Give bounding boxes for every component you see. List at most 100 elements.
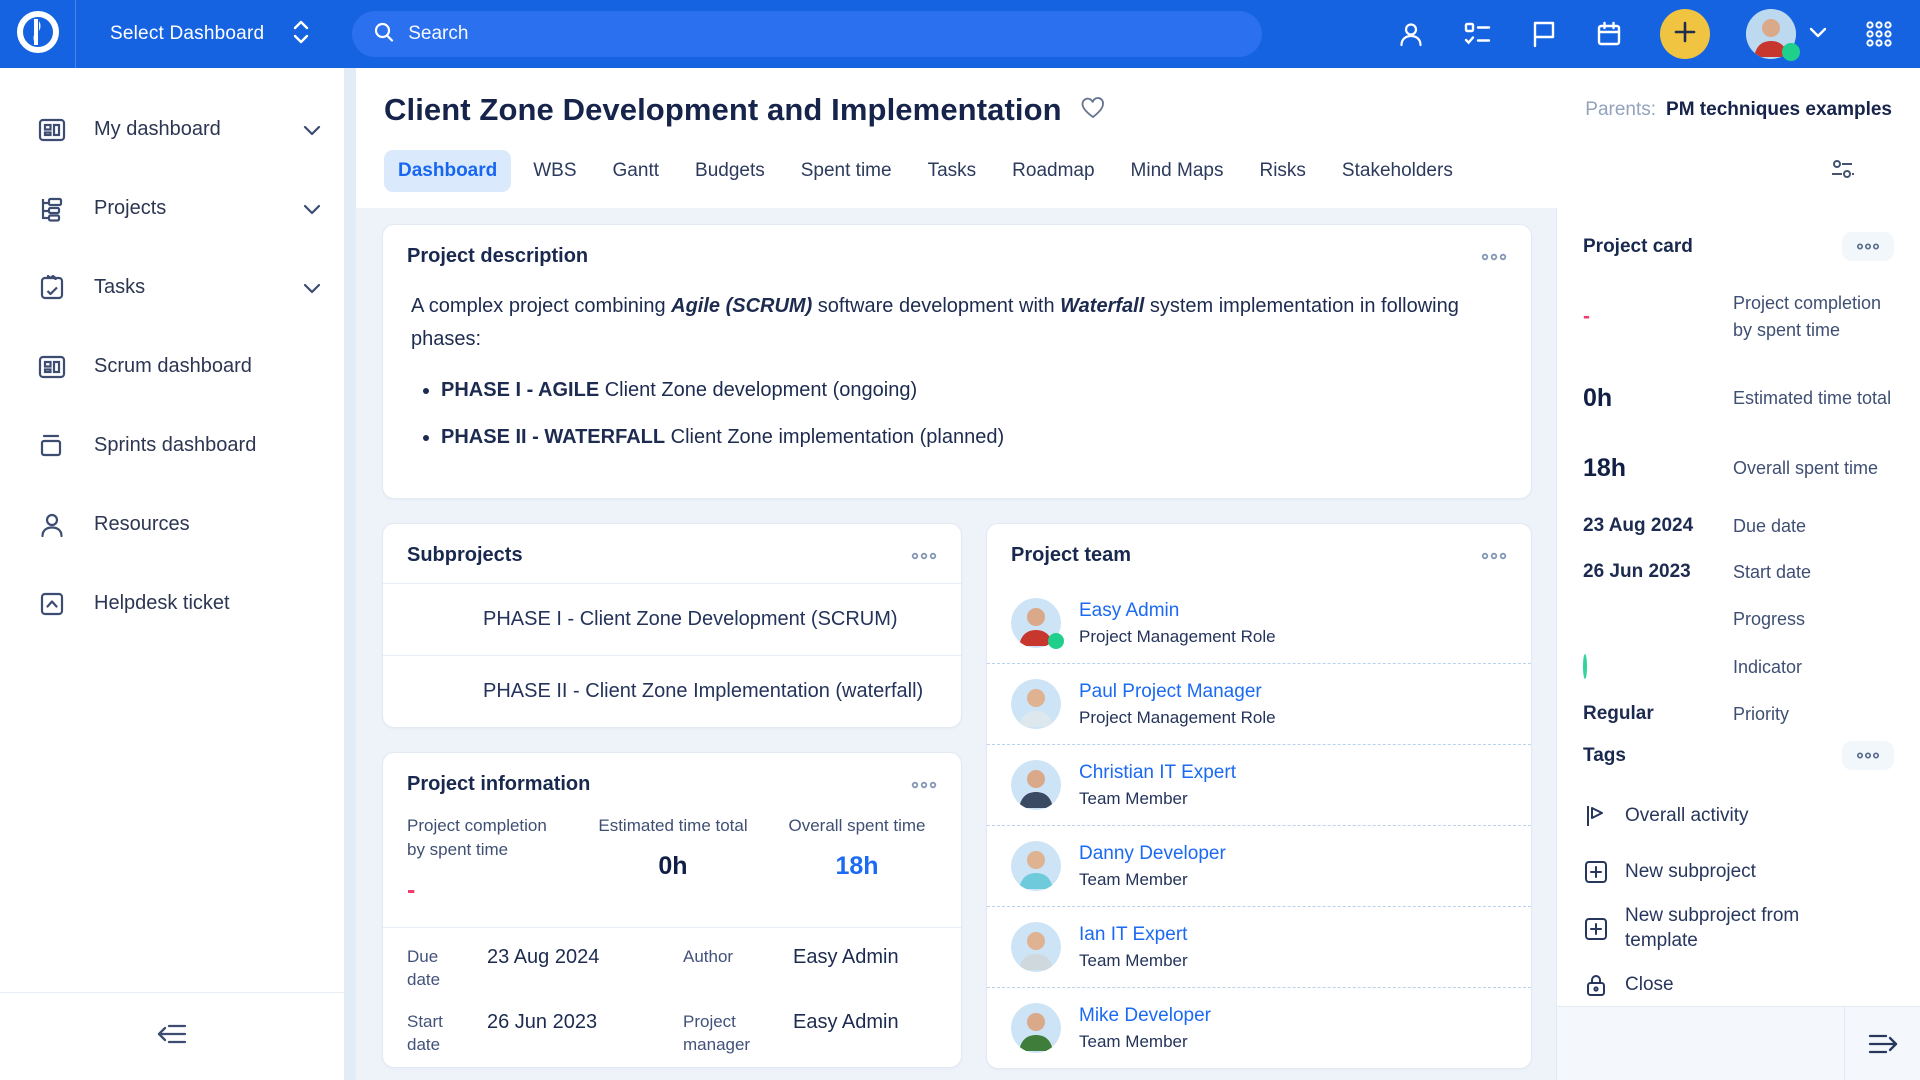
- overall-activity-button[interactable]: Overall activity: [1583, 792, 1894, 840]
- description-text: A complex project combining: [411, 295, 671, 317]
- new-subproject-button[interactable]: New subproject: [1583, 848, 1894, 896]
- checklist-icon[interactable]: [1462, 19, 1492, 49]
- stat-value-spent: 18h: [777, 852, 937, 881]
- sidebar: My dashboard Projects Tasks: [0, 68, 356, 1080]
- search-bar[interactable]: [352, 11, 1262, 57]
- action-label: New subproject: [1625, 860, 1756, 885]
- sprints-tray-icon: [36, 430, 68, 462]
- tags-label: Tags: [1583, 745, 1626, 767]
- sidebar-scrollbar[interactable]: [344, 68, 356, 1080]
- field-indicator: Indicator: [1583, 643, 1894, 691]
- select-dashboard-label: Select Dashboard: [110, 23, 264, 45]
- user-menu[interactable]: [1746, 9, 1828, 59]
- member-name-link[interactable]: Danny Developer: [1079, 843, 1226, 865]
- field-value: 23 Aug 2024: [1583, 515, 1733, 537]
- kebab-menu-icon[interactable]: [911, 780, 937, 790]
- new-subproject-from-template-button[interactable]: New subproject from template: [1583, 904, 1894, 953]
- project-tabs: Dashboard WBS Gantt Budgets Spent time T…: [384, 150, 1892, 208]
- tab-mind-maps[interactable]: Mind Maps: [1117, 150, 1238, 192]
- description-bullet: PHASE I - AGILE Client Zone development …: [441, 374, 1503, 407]
- member-name-link[interactable]: Easy Admin: [1079, 600, 1276, 622]
- tab-stakeholders[interactable]: Stakeholders: [1328, 150, 1467, 192]
- team-member-row: Mike Developer Team Member: [987, 987, 1531, 1068]
- project-description-text: A complex project combining Agile (SCRUM…: [383, 284, 1531, 498]
- project-team-card: Project team Easy Admin Project Ma: [986, 523, 1532, 1069]
- sidebar-item-tasks[interactable]: Tasks: [0, 248, 356, 327]
- sidebar-item-label: Helpdesk ticket: [94, 592, 322, 615]
- member-role: Team Member: [1079, 951, 1188, 971]
- tab-spent-time[interactable]: Spent time: [787, 150, 906, 192]
- description-text-em: Agile (SCRUM): [671, 295, 812, 317]
- helpdesk-chevron-icon: [36, 588, 68, 620]
- kebab-menu-icon[interactable]: [1481, 551, 1507, 561]
- tab-dashboard[interactable]: Dashboard: [384, 150, 511, 192]
- stat-value-completion: -: [407, 876, 569, 905]
- field-label: Progress: [1733, 606, 1805, 633]
- chevron-down-icon: [302, 203, 322, 215]
- breadcrumb: Parents: PM techniques examples: [1585, 99, 1892, 121]
- member-name-link[interactable]: Paul Project Manager: [1079, 681, 1276, 703]
- detail-value-author: Easy Admin: [793, 946, 937, 969]
- sidebar-item-helpdesk-ticket[interactable]: Helpdesk ticket: [0, 564, 356, 643]
- person-icon: [36, 509, 68, 541]
- subprojects-card: Subprojects PHASE I - Client Zone Develo…: [382, 523, 962, 728]
- sidebar-item-scrum-dashboard[interactable]: Scrum dashboard: [0, 327, 356, 406]
- field-label: Estimated time total: [1733, 385, 1891, 412]
- kebab-menu-icon[interactable]: [1481, 252, 1507, 262]
- heart-icon[interactable]: [1080, 96, 1106, 125]
- tab-risks[interactable]: Risks: [1245, 150, 1319, 192]
- tab-roadmap[interactable]: Roadmap: [998, 150, 1108, 192]
- filter-sliders-icon[interactable]: [1828, 156, 1856, 187]
- parents-link[interactable]: PM techniques examples: [1666, 99, 1892, 121]
- add-button[interactable]: [1660, 9, 1710, 59]
- action-label: Overall activity: [1625, 804, 1749, 829]
- field-value: 0h: [1583, 384, 1733, 413]
- action-label: Close: [1625, 973, 1674, 998]
- indicator-circle: [1583, 654, 1587, 679]
- avatar: [1011, 922, 1061, 972]
- panel-title: Project card: [1583, 236, 1693, 258]
- member-name-link[interactable]: Ian IT Expert: [1079, 924, 1188, 946]
- detail-label: Start date: [407, 1011, 469, 1057]
- description-bullet: PHASE II - WATERFALL Client Zone impleme…: [441, 421, 1503, 454]
- kebab-menu-icon[interactable]: [1842, 741, 1894, 770]
- page-title: Client Zone Development and Implementati…: [384, 92, 1062, 128]
- tab-tasks[interactable]: Tasks: [914, 150, 991, 192]
- app-logo[interactable]: [0, 0, 76, 68]
- dashboard-icon: [36, 351, 68, 383]
- detail-label: Project manager: [683, 1011, 775, 1057]
- field-value: -: [1583, 305, 1590, 328]
- select-dashboard-dropdown[interactable]: Select Dashboard: [76, 17, 346, 52]
- sidebar-item-resources[interactable]: Resources: [0, 485, 356, 564]
- sidebar-item-label: Resources: [94, 513, 322, 536]
- team-member-row: Christian IT Expert Team Member: [987, 744, 1531, 825]
- close-project-button[interactable]: Close: [1583, 961, 1894, 1009]
- subproject-link[interactable]: PHASE II - Client Zone Implementation (w…: [383, 655, 961, 727]
- kebab-menu-icon[interactable]: [911, 551, 937, 561]
- lock-icon: [1583, 972, 1609, 998]
- flag-icon[interactable]: [1528, 19, 1558, 49]
- description-text-em: Waterfall: [1060, 295, 1144, 317]
- collapse-sidebar-icon[interactable]: [155, 1020, 189, 1053]
- sidebar-item-sprints-dashboard[interactable]: Sprints dashboard: [0, 406, 356, 485]
- detail-value-due-date: 23 Aug 2024: [487, 946, 665, 969]
- projects-tree-icon: [36, 193, 68, 225]
- apps-grid-icon[interactable]: [1864, 19, 1894, 49]
- collapse-panel-icon[interactable]: [1844, 1007, 1920, 1080]
- sidebar-item-projects[interactable]: Projects: [0, 169, 356, 248]
- member-name-link[interactable]: Christian IT Expert: [1079, 762, 1236, 784]
- tab-gantt[interactable]: Gantt: [599, 150, 673, 192]
- stat-value-estimated: 0h: [589, 852, 757, 881]
- sidebar-item-label: Tasks: [94, 276, 276, 299]
- sidebar-item-my-dashboard[interactable]: My dashboard: [0, 90, 356, 169]
- chevron-down-icon: [302, 282, 322, 294]
- member-name-link[interactable]: Mike Developer: [1079, 1005, 1211, 1027]
- search-input[interactable]: [408, 23, 1242, 45]
- tab-wbs[interactable]: WBS: [519, 150, 590, 192]
- tab-budgets[interactable]: Budgets: [681, 150, 779, 192]
- calendar-icon[interactable]: [1594, 19, 1624, 49]
- field-estimated-time: 0h Estimated time total: [1583, 363, 1894, 433]
- profile-icon[interactable]: [1396, 19, 1426, 49]
- subproject-link[interactable]: PHASE I - Client Zone Development (SCRUM…: [383, 584, 961, 655]
- kebab-menu-icon[interactable]: [1842, 232, 1894, 261]
